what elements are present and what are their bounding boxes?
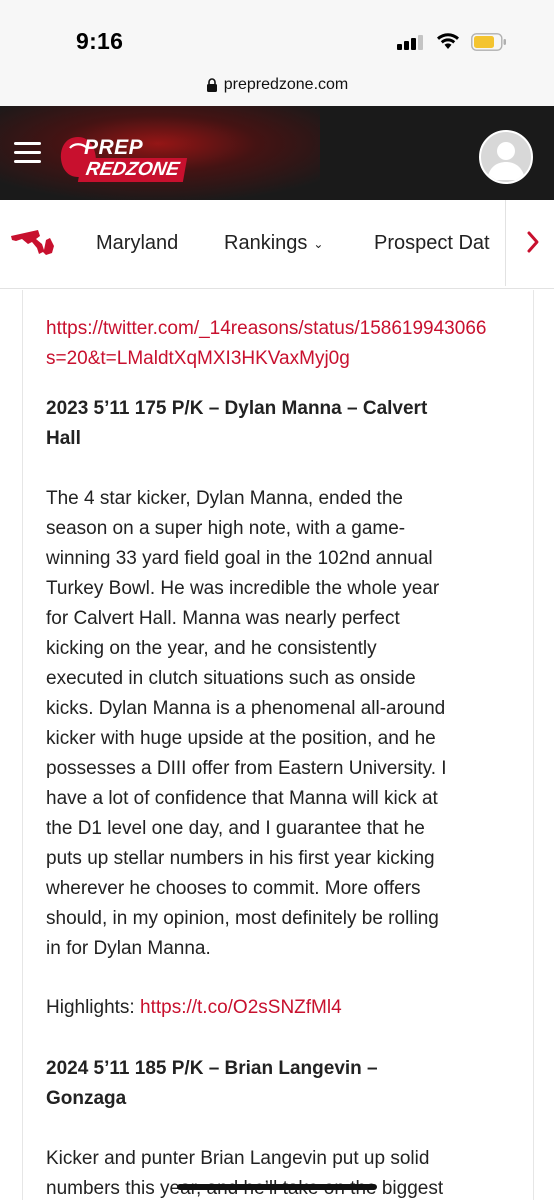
body-line: kicker with huge upside at the position,…: [46, 728, 436, 749]
article-content: https://twitter.com/_14reasons/status/15…: [46, 290, 526, 1200]
body-line: season on a super high note, with a game…: [46, 518, 406, 539]
body-line: the D1 level one day, and I guarantee th…: [46, 818, 425, 839]
home-indicator[interactable]: [177, 1184, 377, 1190]
maryland-state-icon[interactable]: [10, 226, 56, 256]
logo-text-redzone: REDZONE: [77, 158, 188, 182]
chevron-right-icon: [527, 231, 539, 253]
site-header: PREP REDZONE: [0, 106, 554, 200]
lock-icon: [206, 78, 217, 92]
highlights-link[interactable]: https://t.co/O2sSNZfMl4: [140, 997, 342, 1018]
body-line: for Calvert Hall. Manna was nearly perfe…: [46, 608, 400, 629]
highlights-label: Highlights:: [46, 997, 135, 1018]
battery-icon: [471, 33, 506, 51]
player2-heading-line2: Gonzaga: [46, 1088, 127, 1109]
status-time: 9:16: [76, 28, 124, 54]
body-line: winning 33 yard field goal in the 102nd …: [46, 548, 433, 569]
article-body: https://twitter.com/_14reasons/status/15…: [22, 290, 534, 1200]
body-line: kicking on the year, and he consistently: [46, 638, 377, 659]
player1-body: The 4 star kicker, Dylan Manna, ended th…: [46, 484, 526, 964]
clipped-previous-line: [46, 290, 526, 314]
chevron-down-icon: ⌄: [313, 236, 324, 251]
body-line: in for Dylan Manna.: [46, 938, 211, 959]
user-avatar-icon[interactable]: [479, 130, 533, 184]
body-line: puts up stellar numbers in his first yea…: [46, 848, 435, 869]
cellular-signal-icon: [397, 34, 423, 50]
wifi-icon: [437, 33, 459, 49]
logo-text-prep: PREP: [84, 136, 144, 159]
highlights-line: Highlights: https://t.co/O2sSNZfMl4: [46, 993, 526, 1023]
url-text: prepredzone.com: [223, 76, 349, 93]
player2-body-line1: Kicker and punter Brian Langevin put up …: [46, 1148, 430, 1169]
body-line: should, in my opinion, most definitely b…: [46, 908, 439, 929]
nav-item-rankings-label: Rankings: [224, 232, 308, 254]
hamburger-icon[interactable]: [14, 140, 42, 166]
state-nav-bar: Maryland Rankings ⌄ Prospect Dat: [0, 200, 554, 289]
body-line: Turkey Bowl. He was incredible the whole…: [46, 578, 440, 599]
status-bar: 9:16: [0, 0, 554, 72]
body-line: The 4 star kicker, Dylan Manna, ended th…: [46, 488, 403, 509]
body-line: executed in clutch situations such as on…: [46, 668, 416, 689]
tweet-link-line2[interactable]: s=20&t=LMaldtXqMXI3HKVaxMyj0g: [46, 344, 526, 374]
player1-heading-line1: 2023 5’11 175 P/K – Dylan Manna – Calver…: [46, 398, 428, 419]
body-line: wherever he chooses to commit. More offe…: [46, 878, 421, 899]
body-line: kicks. Dylan Manna is a phenomenal all-a…: [46, 698, 446, 719]
body-line: have a lot of confidence that Manna will…: [46, 788, 438, 809]
site-logo[interactable]: PREP REDZONE: [58, 128, 198, 182]
player2-heading-line1: 2024 5’11 185 P/K – Brian Langevin –: [46, 1058, 378, 1079]
nav-item-rankings[interactable]: Rankings ⌄: [224, 232, 323, 255]
tweet-link-line1[interactable]: https://twitter.com/_14reasons/status/15…: [46, 314, 526, 344]
address-bar[interactable]: prepredzone.com: [0, 72, 554, 106]
nav-item-maryland[interactable]: Maryland: [96, 232, 178, 255]
player1-heading-line2: Hall: [46, 428, 81, 449]
nav-scroll-right-button[interactable]: [505, 200, 554, 286]
nav-item-prospect-data[interactable]: Prospect Dat: [374, 232, 490, 255]
body-line: possesses a DIII offer from Eastern Univ…: [46, 758, 447, 779]
